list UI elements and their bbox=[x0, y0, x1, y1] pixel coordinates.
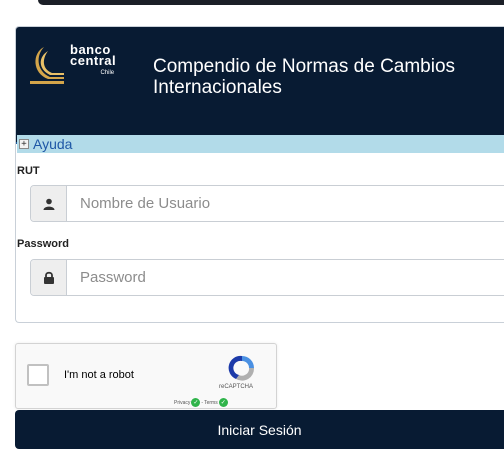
page-title-line2: Internacionales bbox=[153, 77, 282, 98]
recaptcha-logo-icon bbox=[228, 355, 255, 381]
top-strip bbox=[0, 0, 504, 14]
recaptcha-brand: reCAPTCHA bbox=[219, 384, 254, 390]
password-label: Password bbox=[17, 238, 69, 250]
logo-word-central: central bbox=[70, 53, 117, 68]
username-input[interactable] bbox=[67, 186, 504, 221]
recaptcha-checkbox[interactable] bbox=[27, 364, 49, 386]
rut-label: RUT bbox=[17, 165, 40, 177]
expand-plus-icon[interactable]: + bbox=[19, 139, 29, 149]
link-separator: - bbox=[201, 399, 204, 406]
page-title-line1: Compendio de Normas de Cambios bbox=[153, 56, 456, 77]
banco-central-logo: banco central Chile bbox=[30, 43, 138, 97]
recaptcha-widget: I'm not a robot reCAPTCHA Privacy ✓ - Te… bbox=[15, 343, 277, 409]
help-label[interactable]: Ayuda bbox=[33, 136, 72, 152]
terms-link[interactable]: Terms bbox=[204, 400, 218, 406]
privacy-link[interactable]: Privacy bbox=[174, 400, 190, 406]
privacy-check-icon: ✓ bbox=[191, 398, 201, 407]
login-button[interactable]: Iniciar Sesión bbox=[15, 410, 504, 449]
recaptcha-links: Privacy ✓ - Terms ✓ bbox=[174, 398, 228, 407]
logo-emblem-icon bbox=[30, 47, 64, 84]
logo-text: banco central Chile bbox=[70, 43, 117, 79]
header-banner: banco central Chile Compendio de Normas … bbox=[16, 27, 504, 144]
password-input-group bbox=[30, 259, 504, 296]
help-toggle[interactable]: + Ayuda bbox=[17, 135, 504, 153]
login-card: banco central Chile Compendio de Normas … bbox=[15, 26, 504, 323]
page-title: Compendio de Normas de Cambios Internaci… bbox=[153, 56, 498, 98]
rut-input-group bbox=[30, 185, 504, 222]
password-input[interactable] bbox=[67, 260, 504, 295]
logo-word-chile: Chile bbox=[100, 70, 115, 76]
user-icon bbox=[31, 186, 67, 221]
recaptcha-label: I'm not a robot bbox=[64, 369, 134, 381]
lock-icon bbox=[31, 260, 67, 295]
terms-check-icon: ✓ bbox=[218, 398, 228, 407]
top-dark-bar bbox=[38, 0, 504, 5]
